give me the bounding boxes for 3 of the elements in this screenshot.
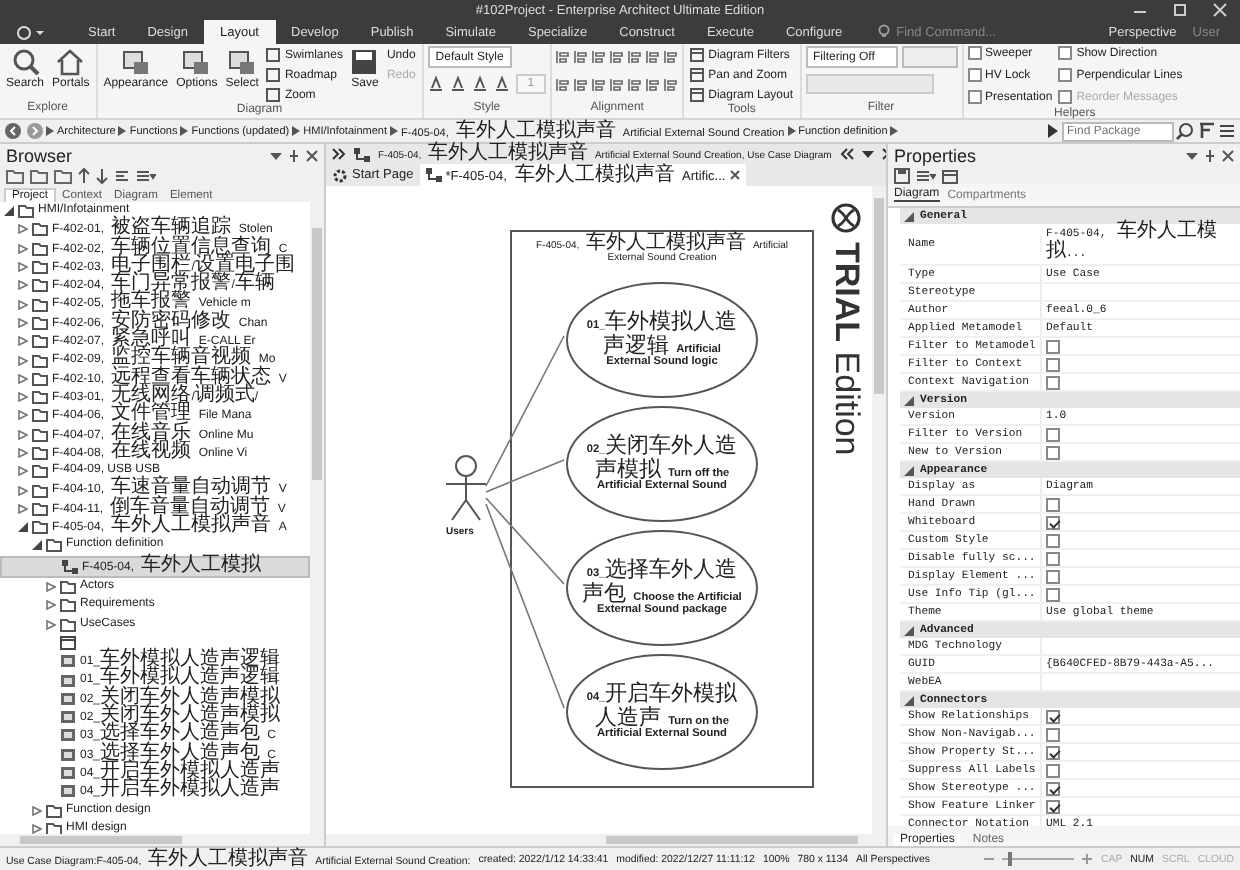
watermark-text: TRIAL Edition [826,242,866,456]
panel-title: Properties [894,145,977,165]
panel-title: Browser [6,145,73,165]
